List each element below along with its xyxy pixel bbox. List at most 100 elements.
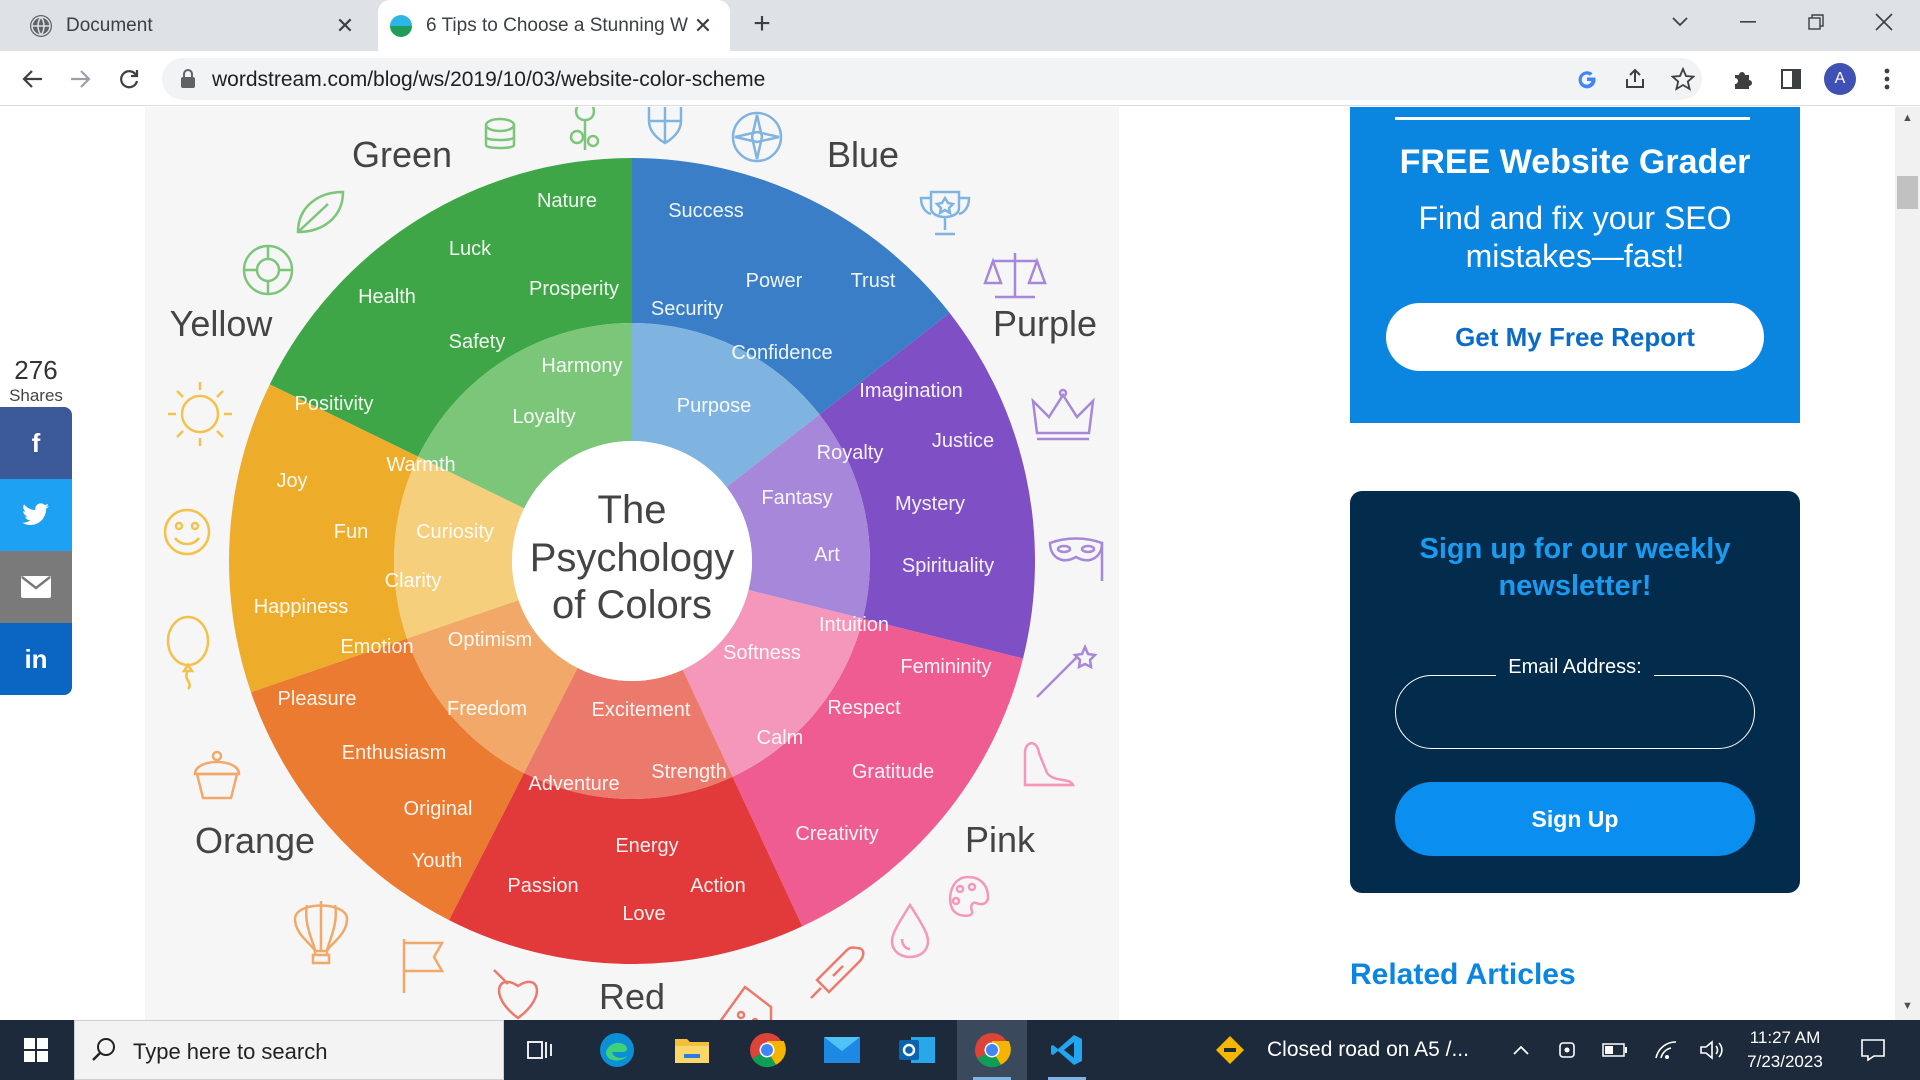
flag-icon (402, 939, 445, 993)
address-bar[interactable]: wordstream.com/blog/ws/2019/10/03/websit… (162, 58, 1702, 100)
forward-button[interactable] (61, 60, 99, 98)
wheel-word-enthusiasm: Enthusiasm (342, 742, 447, 764)
news-widget[interactable]: Closed road on A5 /... (1215, 1020, 1469, 1080)
new-tab-button[interactable]: + (745, 8, 779, 42)
get-free-report-button[interactable]: Get My Free Report (1386, 303, 1764, 371)
reload-button[interactable] (110, 60, 148, 98)
related-articles-heading: Related Articles (1350, 958, 1576, 991)
taskbar-search-box[interactable]: Type here to search (74, 1020, 504, 1080)
linkedin-share-button[interactable]: in (0, 623, 72, 695)
scroll-down-icon[interactable]: ▼ (1899, 1000, 1916, 1016)
wheel-word-prosperity: Prosperity (529, 278, 619, 300)
grader-subtitle-line1: Find and fix your SEO (1418, 200, 1732, 236)
show-hidden-icons-chevron-icon[interactable] (1501, 1020, 1541, 1080)
meet-now-icon[interactable] (1547, 1020, 1587, 1080)
volume-icon[interactable] (1692, 1020, 1732, 1080)
restore-button[interactable] (1786, 0, 1846, 44)
mask-icon (1048, 537, 1104, 581)
chrome-app-active[interactable] (957, 1020, 1027, 1080)
color-name-orange: Orange (195, 820, 315, 861)
share-page-icon[interactable] (1620, 64, 1650, 94)
cheese-icon (719, 985, 773, 1020)
vscode-icon (1051, 1035, 1082, 1065)
back-button[interactable] (14, 60, 52, 98)
url-text: wordstream.com/blog/ws/2019/10/03/websit… (212, 68, 766, 91)
shoe-icon (1023, 742, 1076, 787)
balloon-icon (166, 615, 210, 690)
website-grader-ad: FREE Website Grader Find and fix your SE… (1350, 107, 1800, 423)
crown-icon (1031, 388, 1095, 441)
mail-app[interactable] (807, 1020, 877, 1080)
file-explorer-app[interactable] (657, 1020, 727, 1080)
wheel-word-luck: Luck (449, 238, 492, 260)
chrome-app-pinned[interactable] (732, 1020, 802, 1080)
wheel-word-curiosity: Curiosity (416, 521, 494, 543)
news-text: Closed road on A5 /... (1267, 1038, 1469, 1061)
tab-document[interactable]: Document ✕ (0, 0, 372, 51)
chrome-icon (750, 1033, 786, 1068)
wheel-word-success: Success (668, 200, 744, 222)
wheel-word-femininity: Femininity (900, 656, 991, 678)
newsletter-title-line1: Sign up for our weekly (1419, 533, 1731, 565)
notifications-icon[interactable] (1853, 1020, 1893, 1080)
vscode-app[interactable] (1032, 1020, 1102, 1080)
facebook-share-button[interactable]: f (0, 407, 72, 479)
color-name-yellow: Yellow (170, 303, 274, 344)
profile-avatar[interactable]: A (1824, 63, 1856, 95)
sign-up-button[interactable]: Sign Up (1395, 782, 1755, 856)
linkedin-icon: in (24, 643, 48, 674)
back-arrow-icon (22, 70, 42, 88)
compass-icon (731, 111, 783, 163)
wheel-word-loyalty: Loyalty (512, 406, 575, 428)
scrollbar-thumb[interactable] (1897, 176, 1918, 209)
wheel-word-spirituality: Spirituality (902, 555, 994, 577)
start-button[interactable] (0, 1020, 72, 1080)
google-lens-icon[interactable] (1572, 64, 1602, 94)
wheel-word-justice: Justice (932, 430, 994, 452)
extensions-puzzle-icon[interactable] (1728, 64, 1758, 94)
traffic-warning-icon (1216, 1036, 1244, 1064)
share-count-label: Shares (9, 386, 63, 405)
sun-icon (168, 382, 232, 446)
side-panel-icon[interactable] (1776, 64, 1806, 94)
menu-kebab-icon[interactable] (1872, 64, 1902, 94)
wheel-word-excitement: Excitement (592, 699, 691, 721)
outlook-app[interactable] (882, 1020, 952, 1080)
tab-search-chevron-icon[interactable] (1650, 0, 1710, 44)
close-tab-icon[interactable]: ✕ (330, 13, 360, 39)
tab-strip: Document ✕ 6 Tips to Choose a Stunning W… (0, 0, 1920, 51)
grader-subtitle-line2: mistakes—fast! (1465, 238, 1685, 274)
bookmark-star-icon[interactable] (1668, 64, 1698, 94)
battery-icon[interactable] (1595, 1020, 1635, 1080)
plant-icon (569, 107, 600, 150)
scroll-up-icon[interactable]: ▲ (1899, 112, 1916, 128)
email-share-button[interactable] (0, 551, 72, 623)
wheel-word-emotion: Emotion (340, 636, 413, 658)
hotair-icon (293, 901, 349, 965)
wifi-icon[interactable] (1646, 1020, 1686, 1080)
minimize-button[interactable] (1718, 0, 1778, 44)
close-window-button[interactable] (1854, 0, 1914, 44)
wheel-word-joy: Joy (276, 470, 307, 492)
wheel-word-original: Original (404, 798, 473, 820)
tab-active[interactable]: 6 Tips to Choose a Stunning Website Colo… (378, 0, 730, 51)
folder-icon (675, 1039, 709, 1063)
system-clock[interactable]: 11:27 AM 7/23/2023 (1735, 1026, 1835, 1074)
grader-title: FREE Website Grader (1399, 143, 1751, 181)
wheel-word-imagination: Imagination (859, 380, 962, 402)
wheel-word-harmony: Harmony (541, 355, 622, 377)
page-scrollbar[interactable] (1895, 107, 1920, 1020)
browser-toolbar: wordstream.com/blog/ws/2019/10/03/websit… (0, 51, 1920, 106)
windows-logo-icon (24, 1038, 48, 1062)
edge-app[interactable] (582, 1020, 652, 1080)
task-view-button[interactable] (505, 1020, 575, 1080)
color-name-purple: Purple (993, 303, 1097, 344)
wheel-word-optimism: Optimism (448, 629, 532, 651)
email-field[interactable] (1395, 675, 1755, 749)
color-name-blue: Blue (827, 134, 899, 175)
smiley-icon (163, 508, 211, 556)
wand-icon (1036, 643, 1098, 698)
wheel-word-safety: Safety (449, 331, 506, 353)
twitter-share-button[interactable] (0, 479, 72, 551)
close-tab-icon[interactable]: ✕ (688, 13, 718, 39)
